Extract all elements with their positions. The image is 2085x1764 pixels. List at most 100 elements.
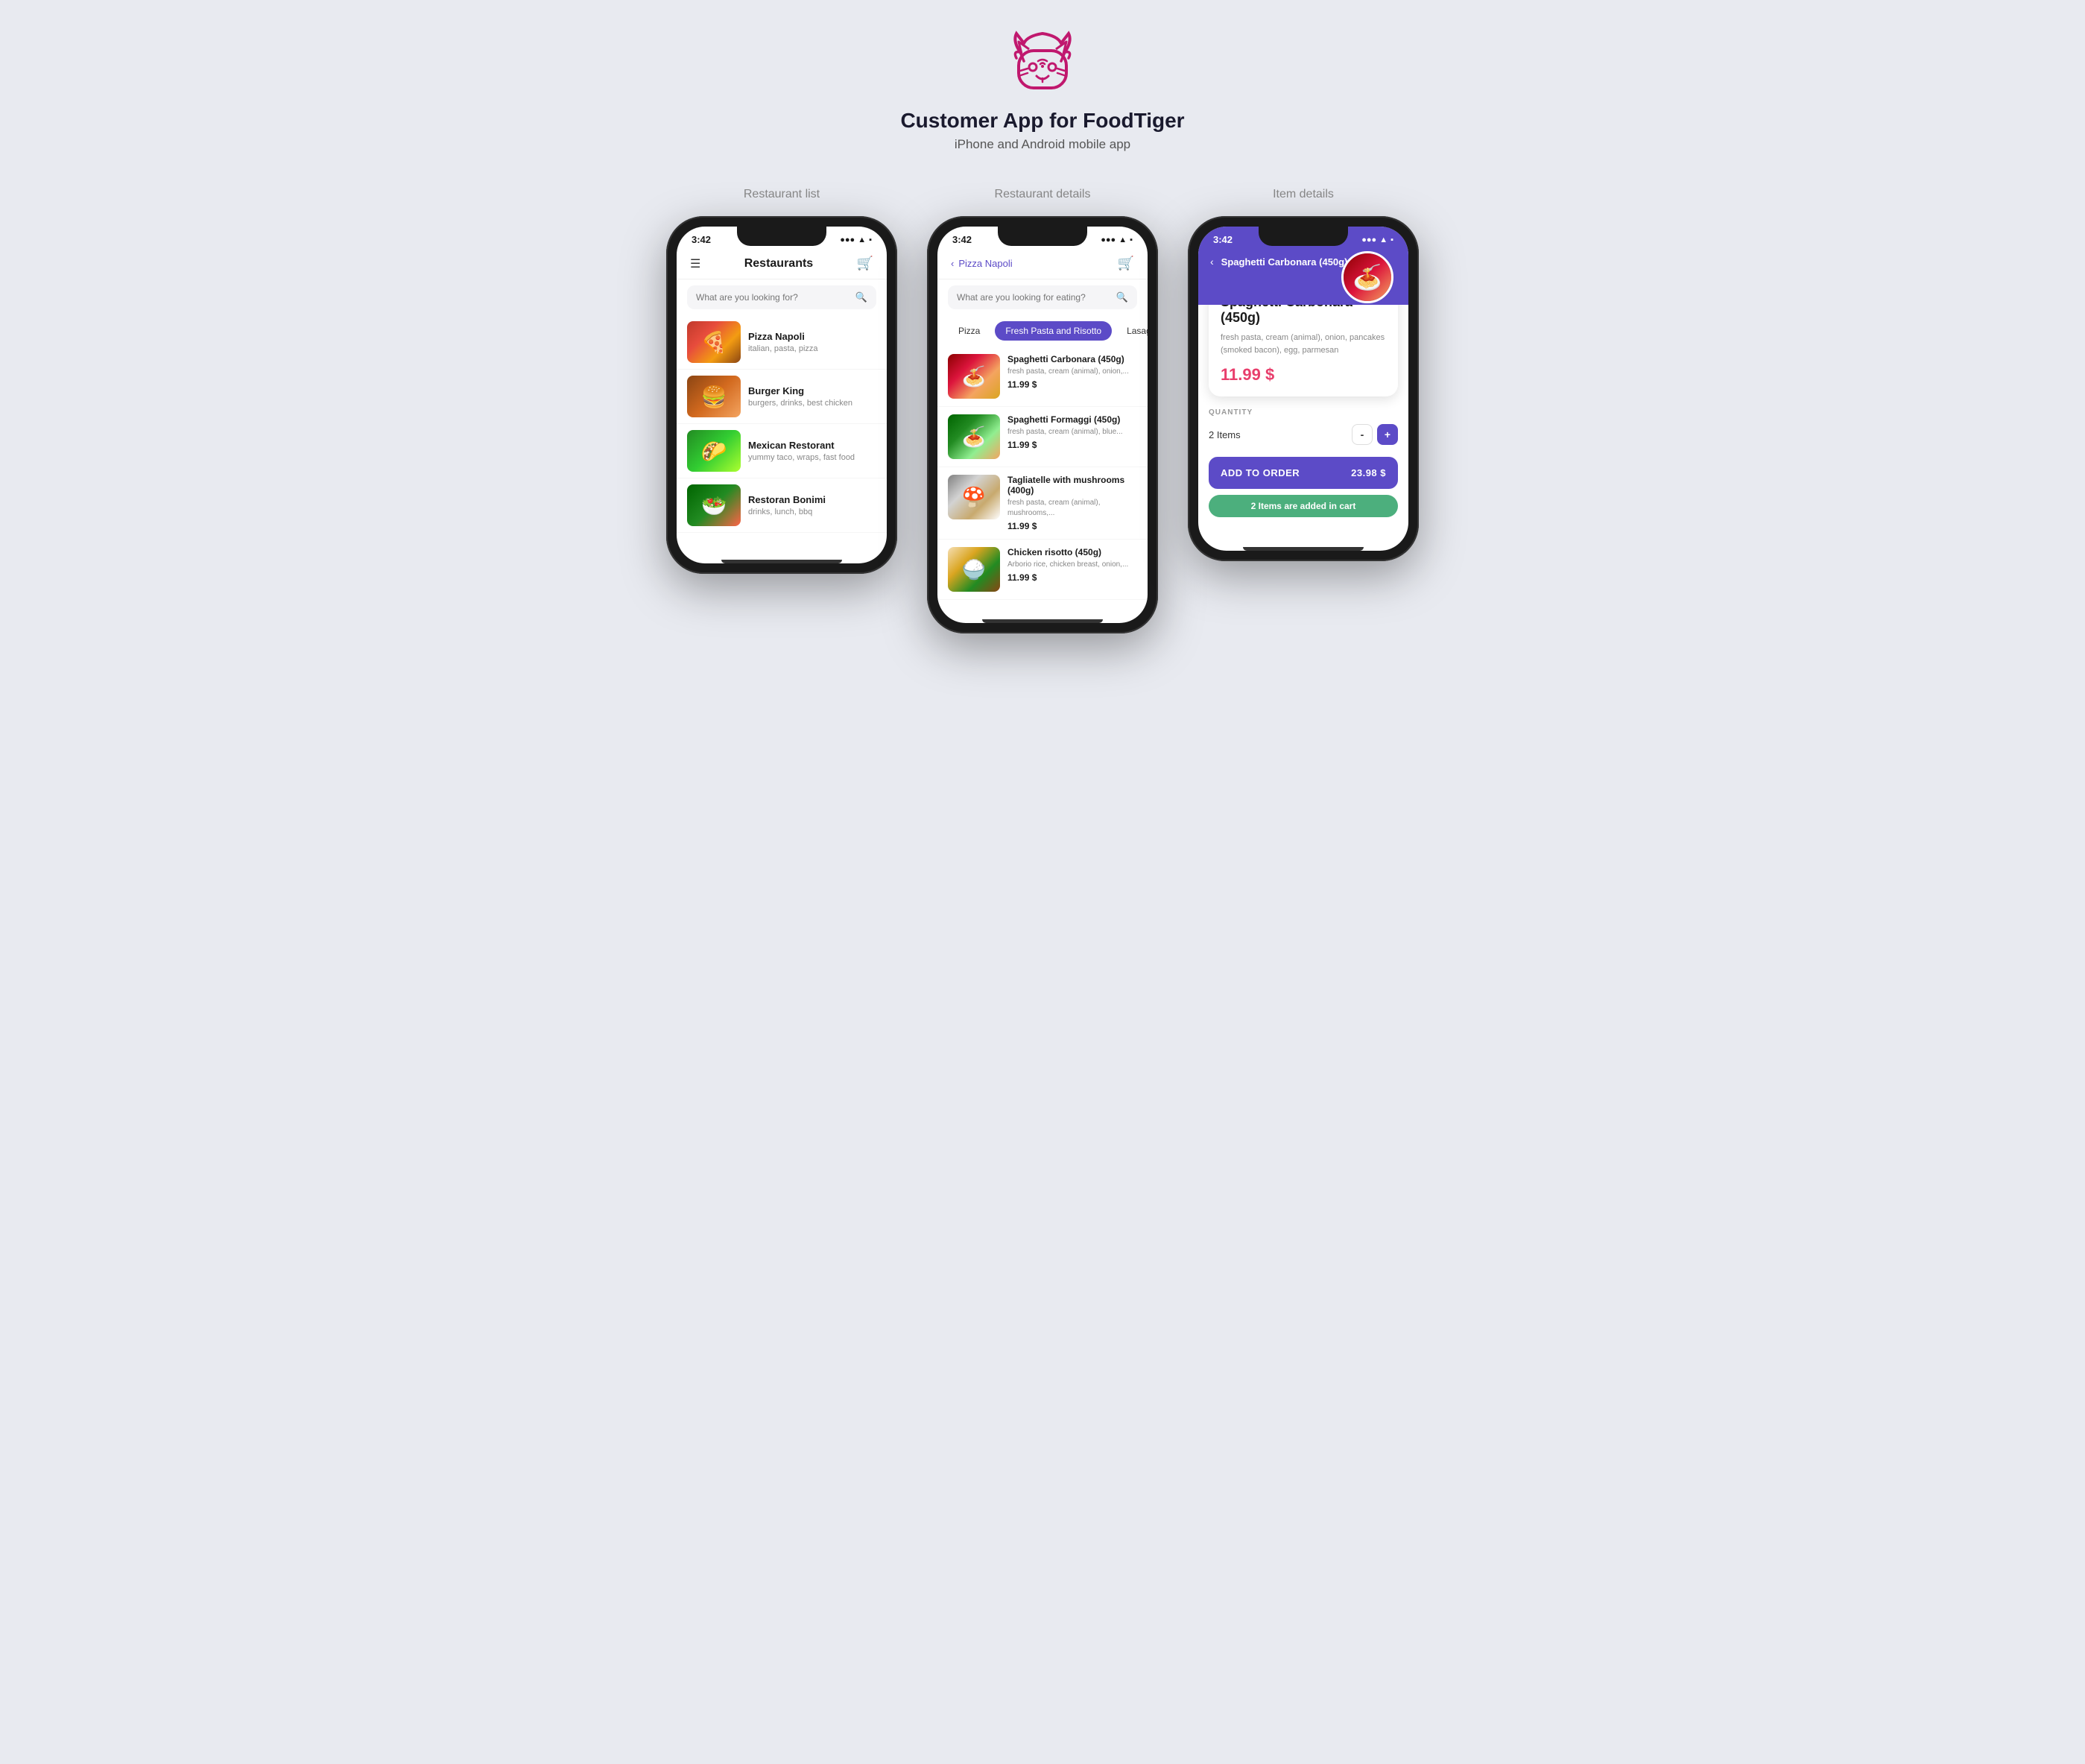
back-button-2[interactable]: ‹ Pizza Napoli [951,258,1013,269]
restaurant-item-4[interactable]: 🥗 Restoran Bonimi drinks, lunch, bbq [677,478,887,533]
restaurant-info-4: Restoran Bonimi drinks, lunch, bbq [748,494,876,516]
battery-icon-2: ▪ [1130,235,1133,244]
restaurant-img-3: 🌮 [687,430,741,472]
search-icon-1: 🔍 [855,291,867,303]
phone-screen-2: 3:42 ●●● ▲ ▪ ‹ Pizza Napoli 🛒 [937,227,1148,623]
quantity-increase-button[interactable]: + [1377,424,1398,445]
menu-price-1: 11.99 $ [1007,379,1137,390]
menu-item-4[interactable]: 🍚 Chicken risotto (450g) Arborio rice, c… [937,540,1148,600]
search-icon-2: 🔍 [1116,291,1128,303]
nav-bar-2: ‹ Pizza Napoli 🛒 [937,248,1148,279]
menu-desc-4: Arborio rice, chicken breast, onion,... [1007,560,1137,570]
menu-img-4: 🍚 [948,547,1000,592]
menu-name-4: Chicken risotto (450g) [1007,547,1137,557]
add-to-order-label: ADD TO ORDER [1221,467,1300,478]
cart-icon-1[interactable]: 🛒 [857,256,873,271]
restaurant-name-3: Mexican Restorant [748,440,876,451]
wifi-icon-2: ▲ [1119,235,1127,244]
nav-title-2: Pizza Napoli [958,258,1012,269]
back-arrow-3[interactable]: ‹ [1210,256,1214,268]
quantity-row: 2 Items - + [1209,424,1398,445]
app-header: Customer App for FoodTiger iPhone and An… [900,30,1184,152]
screen3-col: Item details 3:42 ●●● ▲ ▪ ‹ Spaghetti Ca… [1188,188,1419,561]
menu-desc-2: fresh pasta, cream (animal), blue... [1007,427,1137,437]
wifi-icon-3: ▲ [1379,235,1388,244]
screen2-col: Restaurant details 3:42 ●●● ▲ ▪ ‹ [927,188,1158,633]
restaurant-tags-1: italian, pasta, pizza [748,344,876,353]
phone-3: 3:42 ●●● ▲ ▪ ‹ Spaghetti Carbonara (450g… [1188,216,1419,561]
search-input-1[interactable] [696,292,849,303]
phone-1: 3:42 ●●● ▲ ▪ ☰ Restaurants 🛒 🔍 [666,216,897,574]
item-details-header: ‹ Spaghetti Carbonara (450g) 🍝 [1198,248,1408,305]
hamburger-icon[interactable]: ☰ [690,256,700,271]
item-header-title: Spaghetti Carbonara (450g) [1221,256,1348,268]
menu-img-2: 🍝 [948,414,1000,459]
menu-info-4: Chicken risotto (450g) Arborio rice, chi… [1007,547,1137,583]
screen1-label: Restaurant list [744,188,820,201]
signal-icon-3: ●●● [1361,235,1376,244]
menu-info-3: Tagliatelle with mushrooms (400g) fresh … [1007,475,1137,531]
status-time-3: 3:42 [1213,234,1233,245]
phone-screen-3: 3:42 ●●● ▲ ▪ ‹ Spaghetti Carbonara (450g… [1198,227,1408,551]
restaurant-item-2[interactable]: 🍔 Burger King burgers, drinks, best chic… [677,370,887,424]
menu-name-2: Spaghetti Formaggi (450g) [1007,414,1137,425]
signal-icon-2: ●●● [1101,235,1116,244]
quantity-text: 2 Items [1209,429,1241,440]
status-time-2: 3:42 [952,234,972,245]
battery-icon: ▪ [869,235,872,244]
restaurant-name-2: Burger King [748,385,876,396]
item-card-price: 11.99 $ [1221,365,1386,385]
restaurant-tags-2: burgers, drinks, best chicken [748,399,876,408]
notch-2 [998,227,1087,246]
search-bar-1[interactable]: 🔍 [687,285,876,309]
menu-desc-3: fresh pasta, cream (animal), mushrooms,.… [1007,498,1137,519]
category-tabs: Pizza Fresh Pasta and Risotto Lasagna [937,315,1148,347]
restaurant-item-3[interactable]: 🌮 Mexican Restorant yummy taco, wraps, f… [677,424,887,478]
wifi-icon: ▲ [858,235,866,244]
menu-img-1: 🍝 [948,354,1000,399]
tab-lasagna[interactable]: Lasagna [1116,321,1148,341]
home-indicator-1 [721,560,842,563]
back-chevron-2: ‹ [951,258,954,269]
restaurant-img-2: 🍔 [687,376,741,417]
menu-price-2: 11.99 $ [1007,440,1137,450]
menu-item-2[interactable]: 🍝 Spaghetti Formaggi (450g) fresh pasta,… [937,407,1148,467]
tab-pizza[interactable]: Pizza [948,321,990,341]
restaurant-info-3: Mexican Restorant yummy taco, wraps, fas… [748,440,876,462]
notch-1 [737,227,826,246]
menu-desc-1: fresh pasta, cream (animal), onion,... [1007,367,1137,377]
notch-3 [1259,227,1348,246]
restaurant-info-1: Pizza Napoli italian, pasta, pizza [748,331,876,353]
menu-name-3: Tagliatelle with mushrooms (400g) [1007,475,1137,496]
menu-item-1[interactable]: 🍝 Spaghetti Carbonara (450g) fresh pasta… [937,347,1148,407]
restaurant-name-1: Pizza Napoli [748,331,876,342]
tab-fresh-pasta[interactable]: Fresh Pasta and Risotto [995,321,1112,341]
cart-icon-2[interactable]: 🛒 [1118,256,1134,271]
menu-img-3: 🍄 [948,475,1000,519]
item-card-desc: fresh pasta, cream (animal), onion, panc… [1221,332,1386,356]
menu-item-3[interactable]: 🍄 Tagliatelle with mushrooms (400g) fres… [937,467,1148,540]
nav-title-1: Restaurants [744,257,813,271]
search-input-2[interactable] [957,292,1110,303]
screen1-col: Restaurant list 3:42 ●●● ▲ ▪ ☰ Restauran… [666,188,897,574]
screen3-label: Item details [1273,188,1334,201]
restaurant-item-1[interactable]: 🍕 Pizza Napoli italian, pasta, pizza [677,315,887,370]
add-to-order-price: 23.98 $ [1351,467,1386,478]
menu-price-4: 11.99 $ [1007,572,1137,583]
phone-screen-1: 3:42 ●●● ▲ ▪ ☰ Restaurants 🛒 🔍 [677,227,887,563]
search-bar-2[interactable]: 🔍 [948,285,1137,309]
nav-bar-1: ☰ Restaurants 🛒 [677,248,887,279]
screens-row: Restaurant list 3:42 ●●● ▲ ▪ ☰ Restauran… [666,188,1419,633]
app-subtitle: iPhone and Android mobile app [955,137,1130,152]
phone-2: 3:42 ●●● ▲ ▪ ‹ Pizza Napoli 🛒 [927,216,1158,633]
status-time-1: 3:42 [692,234,711,245]
add-to-order-button[interactable]: ADD TO ORDER 23.98 $ [1209,457,1398,489]
quantity-controls: - + [1352,424,1398,445]
home-indicator-3 [1243,547,1364,551]
app-logo [1005,30,1080,97]
status-icons-1: ●●● ▲ ▪ [840,235,872,244]
menu-price-3: 11.99 $ [1007,521,1137,531]
app-title: Customer App for FoodTiger [900,109,1184,133]
quantity-decrease-button[interactable]: - [1352,424,1373,445]
restaurant-img-1: 🍕 [687,321,741,363]
